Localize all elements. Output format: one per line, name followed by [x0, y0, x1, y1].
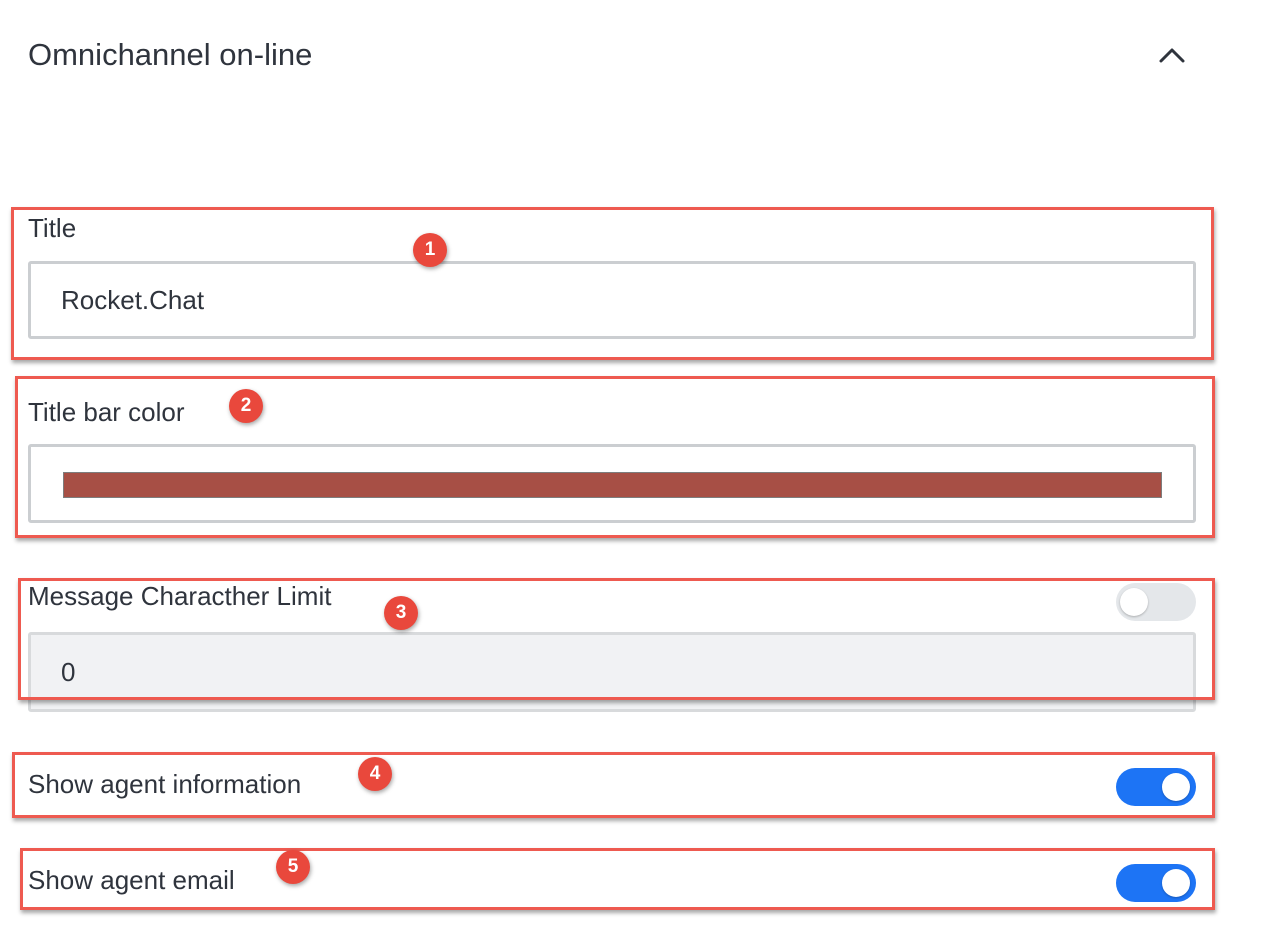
annotation-badge-5: 5	[276, 850, 310, 884]
show-agent-info-label: Show agent information	[28, 769, 302, 799]
annotation-badge-3: 3	[384, 596, 418, 630]
message-limit-input[interactable]: 0	[28, 632, 1196, 712]
color-swatch[interactable]	[63, 472, 1162, 498]
show-agent-email-label: Show agent email	[28, 865, 235, 895]
toggle-knob	[1120, 588, 1148, 616]
toggle-knob	[1162, 773, 1190, 801]
annotation-badge-4: 4	[358, 757, 392, 791]
annotation-badge-1: 1	[413, 233, 447, 267]
annotation-badge-2: 2	[229, 389, 263, 423]
message-limit-label: Message Characther Limit	[28, 581, 332, 611]
title-input-value: Rocket.Chat	[61, 284, 205, 315]
message-limit-value: 0	[61, 656, 76, 687]
title-bar-color-label: Title bar color	[28, 397, 185, 427]
chevron-up-icon[interactable]	[1155, 40, 1189, 70]
title-label: Title	[28, 213, 77, 243]
section-title: Omnichannel on-line	[28, 37, 313, 72]
title-input[interactable]: Rocket.Chat	[28, 261, 1196, 339]
message-limit-toggle[interactable]	[1116, 583, 1196, 621]
show-agent-info-toggle[interactable]	[1116, 768, 1196, 806]
toggle-knob	[1162, 869, 1190, 897]
show-agent-email-toggle[interactable]	[1116, 864, 1196, 902]
